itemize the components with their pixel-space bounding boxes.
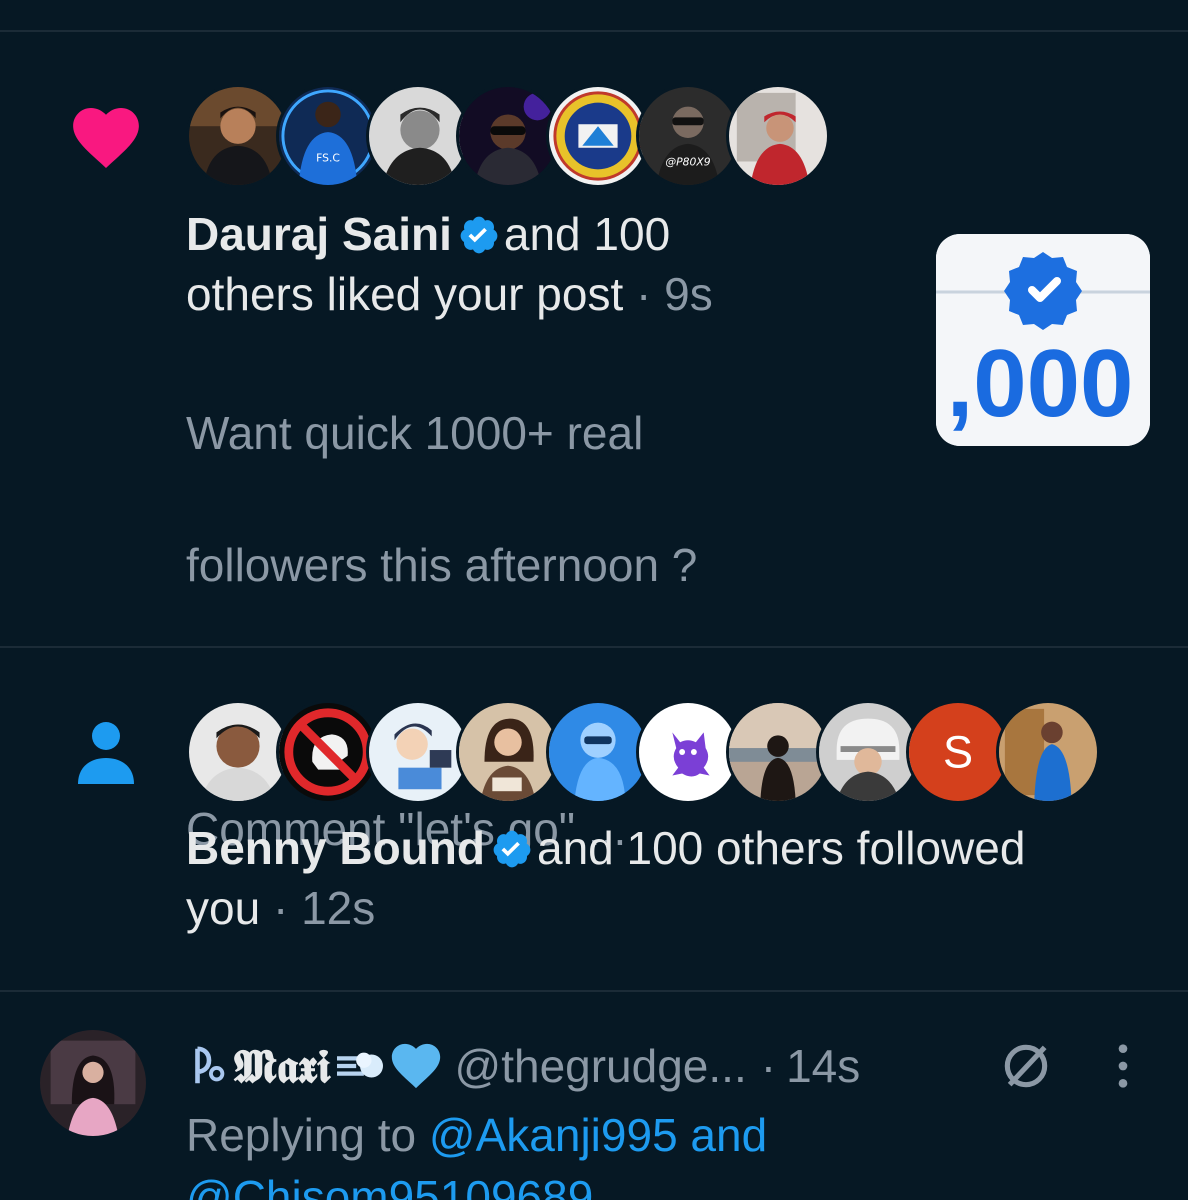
avatar[interactable] bbox=[456, 84, 560, 188]
preview-line: Want quick 1000+ real bbox=[186, 407, 644, 459]
separator: · bbox=[260, 882, 302, 934]
verified-badge-icon bbox=[458, 210, 500, 254]
actor-name[interactable]: Dauraj Saini bbox=[186, 208, 452, 260]
preview-line: followers this afternoon ? bbox=[186, 539, 698, 591]
mention-link[interactable]: @Chisom95109689 bbox=[186, 1171, 593, 1200]
hand-wave-icon bbox=[186, 1043, 232, 1089]
mention-link[interactable]: @Akanji995 and bbox=[429, 1109, 767, 1161]
reply-author-avatar[interactable] bbox=[40, 1030, 146, 1136]
notifications-feed: FS.C @P80X9 Dauraj Saini and 100 others li… bbox=[0, 0, 1188, 1200]
avatar[interactable] bbox=[636, 700, 740, 804]
like-headline: Dauraj Saini and 100 others liked your pos… bbox=[186, 204, 746, 324]
replying-to: Replying to @Akanji995 and @Chisom951096… bbox=[186, 1104, 767, 1200]
headline-line2: you bbox=[186, 882, 261, 934]
avatar-badge-text: FS.C bbox=[316, 151, 340, 164]
display-name[interactable]: 𝕸𝖆𝖝𝖎 bbox=[234, 1036, 331, 1096]
avatar[interactable] bbox=[186, 84, 290, 188]
dash-symbol-icon bbox=[333, 1043, 387, 1089]
thumbnail-text: ,000 bbox=[947, 330, 1134, 437]
headline-rest: and 100 bbox=[503, 208, 671, 260]
follow-headline: Benny Bound and 100 others followed you · … bbox=[186, 818, 1176, 938]
avatar[interactable] bbox=[546, 700, 650, 804]
avatar[interactable] bbox=[996, 700, 1100, 804]
avatar[interactable] bbox=[726, 700, 830, 804]
avatar[interactable] bbox=[366, 84, 470, 188]
avatar[interactable] bbox=[186, 700, 290, 804]
avatar-tag-text: @P80X9 bbox=[665, 155, 710, 168]
separator: · bbox=[623, 268, 665, 320]
post-thumbnail[interactable]: ,000 bbox=[936, 234, 1150, 446]
follow-notification[interactable]: S Benny Bound and 100 others followed you … bbox=[0, 648, 1188, 990]
divider bbox=[0, 990, 1188, 992]
heart-icon bbox=[72, 106, 140, 170]
avatar[interactable]: @P80X9 bbox=[636, 84, 740, 188]
user-handle[interactable]: @thegrudge... bbox=[455, 1036, 747, 1096]
avatar[interactable]: S bbox=[906, 700, 1010, 804]
headline-line2: others liked your post bbox=[186, 268, 624, 320]
more-options-icon[interactable] bbox=[1108, 1040, 1138, 1092]
blue-heart-icon bbox=[391, 1043, 441, 1089]
liker-avatars: FS.C @P80X9 bbox=[186, 84, 830, 188]
person-icon bbox=[76, 720, 136, 784]
separator: · bbox=[760, 1040, 777, 1092]
headline-rest: and 100 others followed bbox=[536, 822, 1026, 874]
timestamp: 14s bbox=[786, 1040, 861, 1092]
avatar[interactable] bbox=[276, 700, 380, 804]
reply-header: 𝕸𝖆𝖝𝖎 @thegrudge... · 14s bbox=[186, 1036, 860, 1096]
avatar[interactable] bbox=[726, 84, 830, 188]
replying-prefix: Replying to bbox=[186, 1109, 417, 1161]
avatar[interactable]: FS.C bbox=[276, 84, 380, 188]
letter-avatar-text: S bbox=[943, 727, 973, 778]
actor-name[interactable]: Benny Bound bbox=[186, 822, 485, 874]
avatar[interactable] bbox=[456, 700, 560, 804]
avatar[interactable] bbox=[366, 700, 470, 804]
avatar[interactable] bbox=[816, 700, 920, 804]
avatar[interactable] bbox=[546, 84, 650, 188]
verified-badge-icon bbox=[491, 824, 533, 868]
grok-icon[interactable] bbox=[998, 1038, 1054, 1094]
follower-avatars: S bbox=[186, 700, 1100, 804]
like-notification[interactable]: FS.C @P80X9 Dauraj Saini and 100 others li… bbox=[0, 0, 1188, 855]
timestamp: 12s bbox=[301, 882, 376, 934]
timestamp: 9s bbox=[664, 268, 713, 320]
